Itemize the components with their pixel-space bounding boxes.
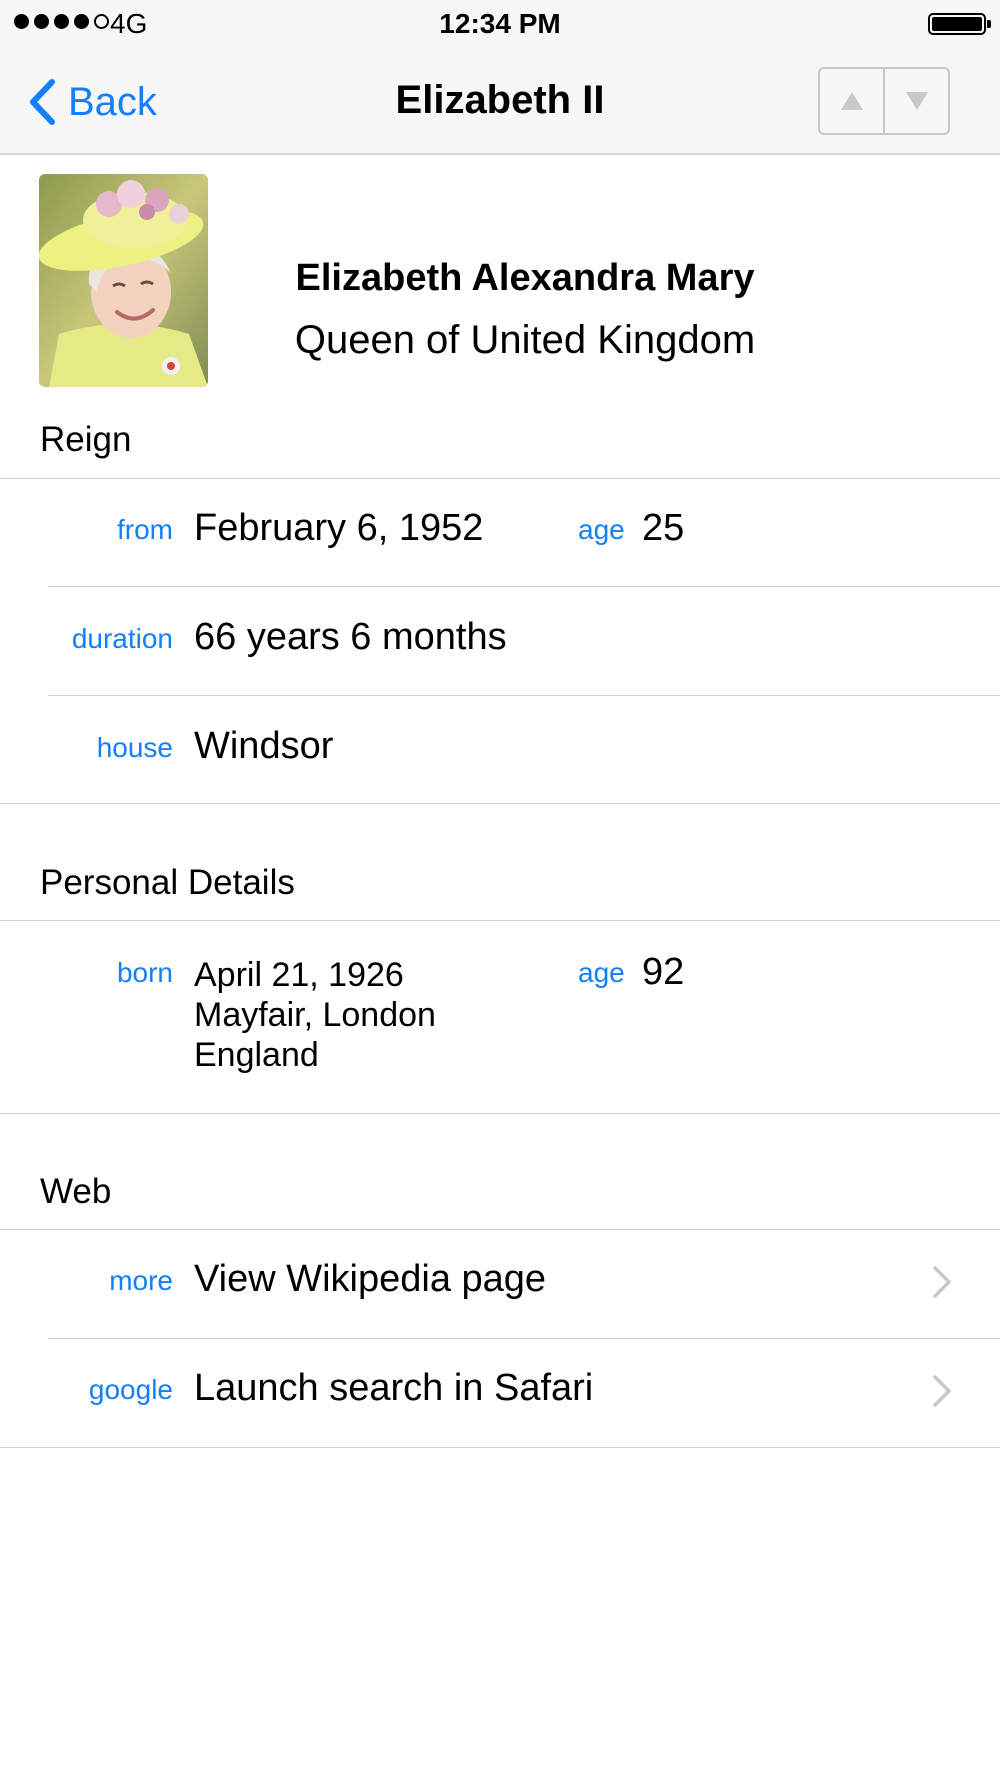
current-age-value: 92 [642,951,685,993]
divider [48,695,1000,696]
more-label: more [109,1265,173,1296]
google-label: google [88,1374,173,1405]
reign-duration-value: 66 years 6 months [194,616,507,658]
wikipedia-link-text: View Wikipedia page [194,1258,547,1300]
duration-label: duration [71,623,173,654]
birth-place-city: Mayfair, London [194,996,436,1034]
wikipedia-row[interactable]: more View Wikipedia page [0,1230,1000,1337]
born-details: April 21, 1926 Mayfair, London England [194,955,436,1075]
reign-age-value: 25 [642,507,685,549]
divider [0,803,1000,804]
triangle-down-icon [905,92,928,110]
section-header-web: Web [40,1172,112,1211]
full-name: Elizabeth Alexandra Mary [295,257,755,299]
portrait-photo [39,174,208,387]
divider [0,920,1000,921]
chevron-right-icon [933,1266,951,1298]
birth-place-country: England [194,1036,319,1074]
reign-house-value: Windsor [194,725,334,767]
divider [0,478,1000,479]
triangle-up-icon [840,92,863,110]
current-age-label: age [578,957,625,988]
record-stepper [818,67,950,135]
divider [0,1447,1000,1448]
divider [0,1113,1000,1114]
house-label: house [96,732,173,763]
from-label: from [117,514,173,545]
born-label: born [116,957,173,988]
reign-from-value: February 6, 1952 [194,507,484,549]
birth-date: April 21, 1926 [194,956,404,994]
navigation-bar: 4G 12:34 PM Back Elizabeth II [0,0,1000,155]
person-header: Elizabeth Alexandra Mary Queen of United… [220,250,830,374]
next-button[interactable] [883,69,948,133]
role-title: Queen of United Kingdom [294,318,756,362]
reign-age-label: age [578,514,625,545]
chevron-right-icon [933,1375,951,1407]
google-search-row[interactable]: google Launch search in Safari [0,1339,1000,1446]
status-time: 12:34 PM [439,8,561,39]
previous-button[interactable] [820,69,883,133]
section-header-personal-details: Personal Details [40,863,295,902]
battery-icon [928,13,991,35]
google-search-text: Launch search in Safari [194,1367,594,1409]
divider [48,586,1000,587]
section-header-reign: Reign [40,420,132,459]
